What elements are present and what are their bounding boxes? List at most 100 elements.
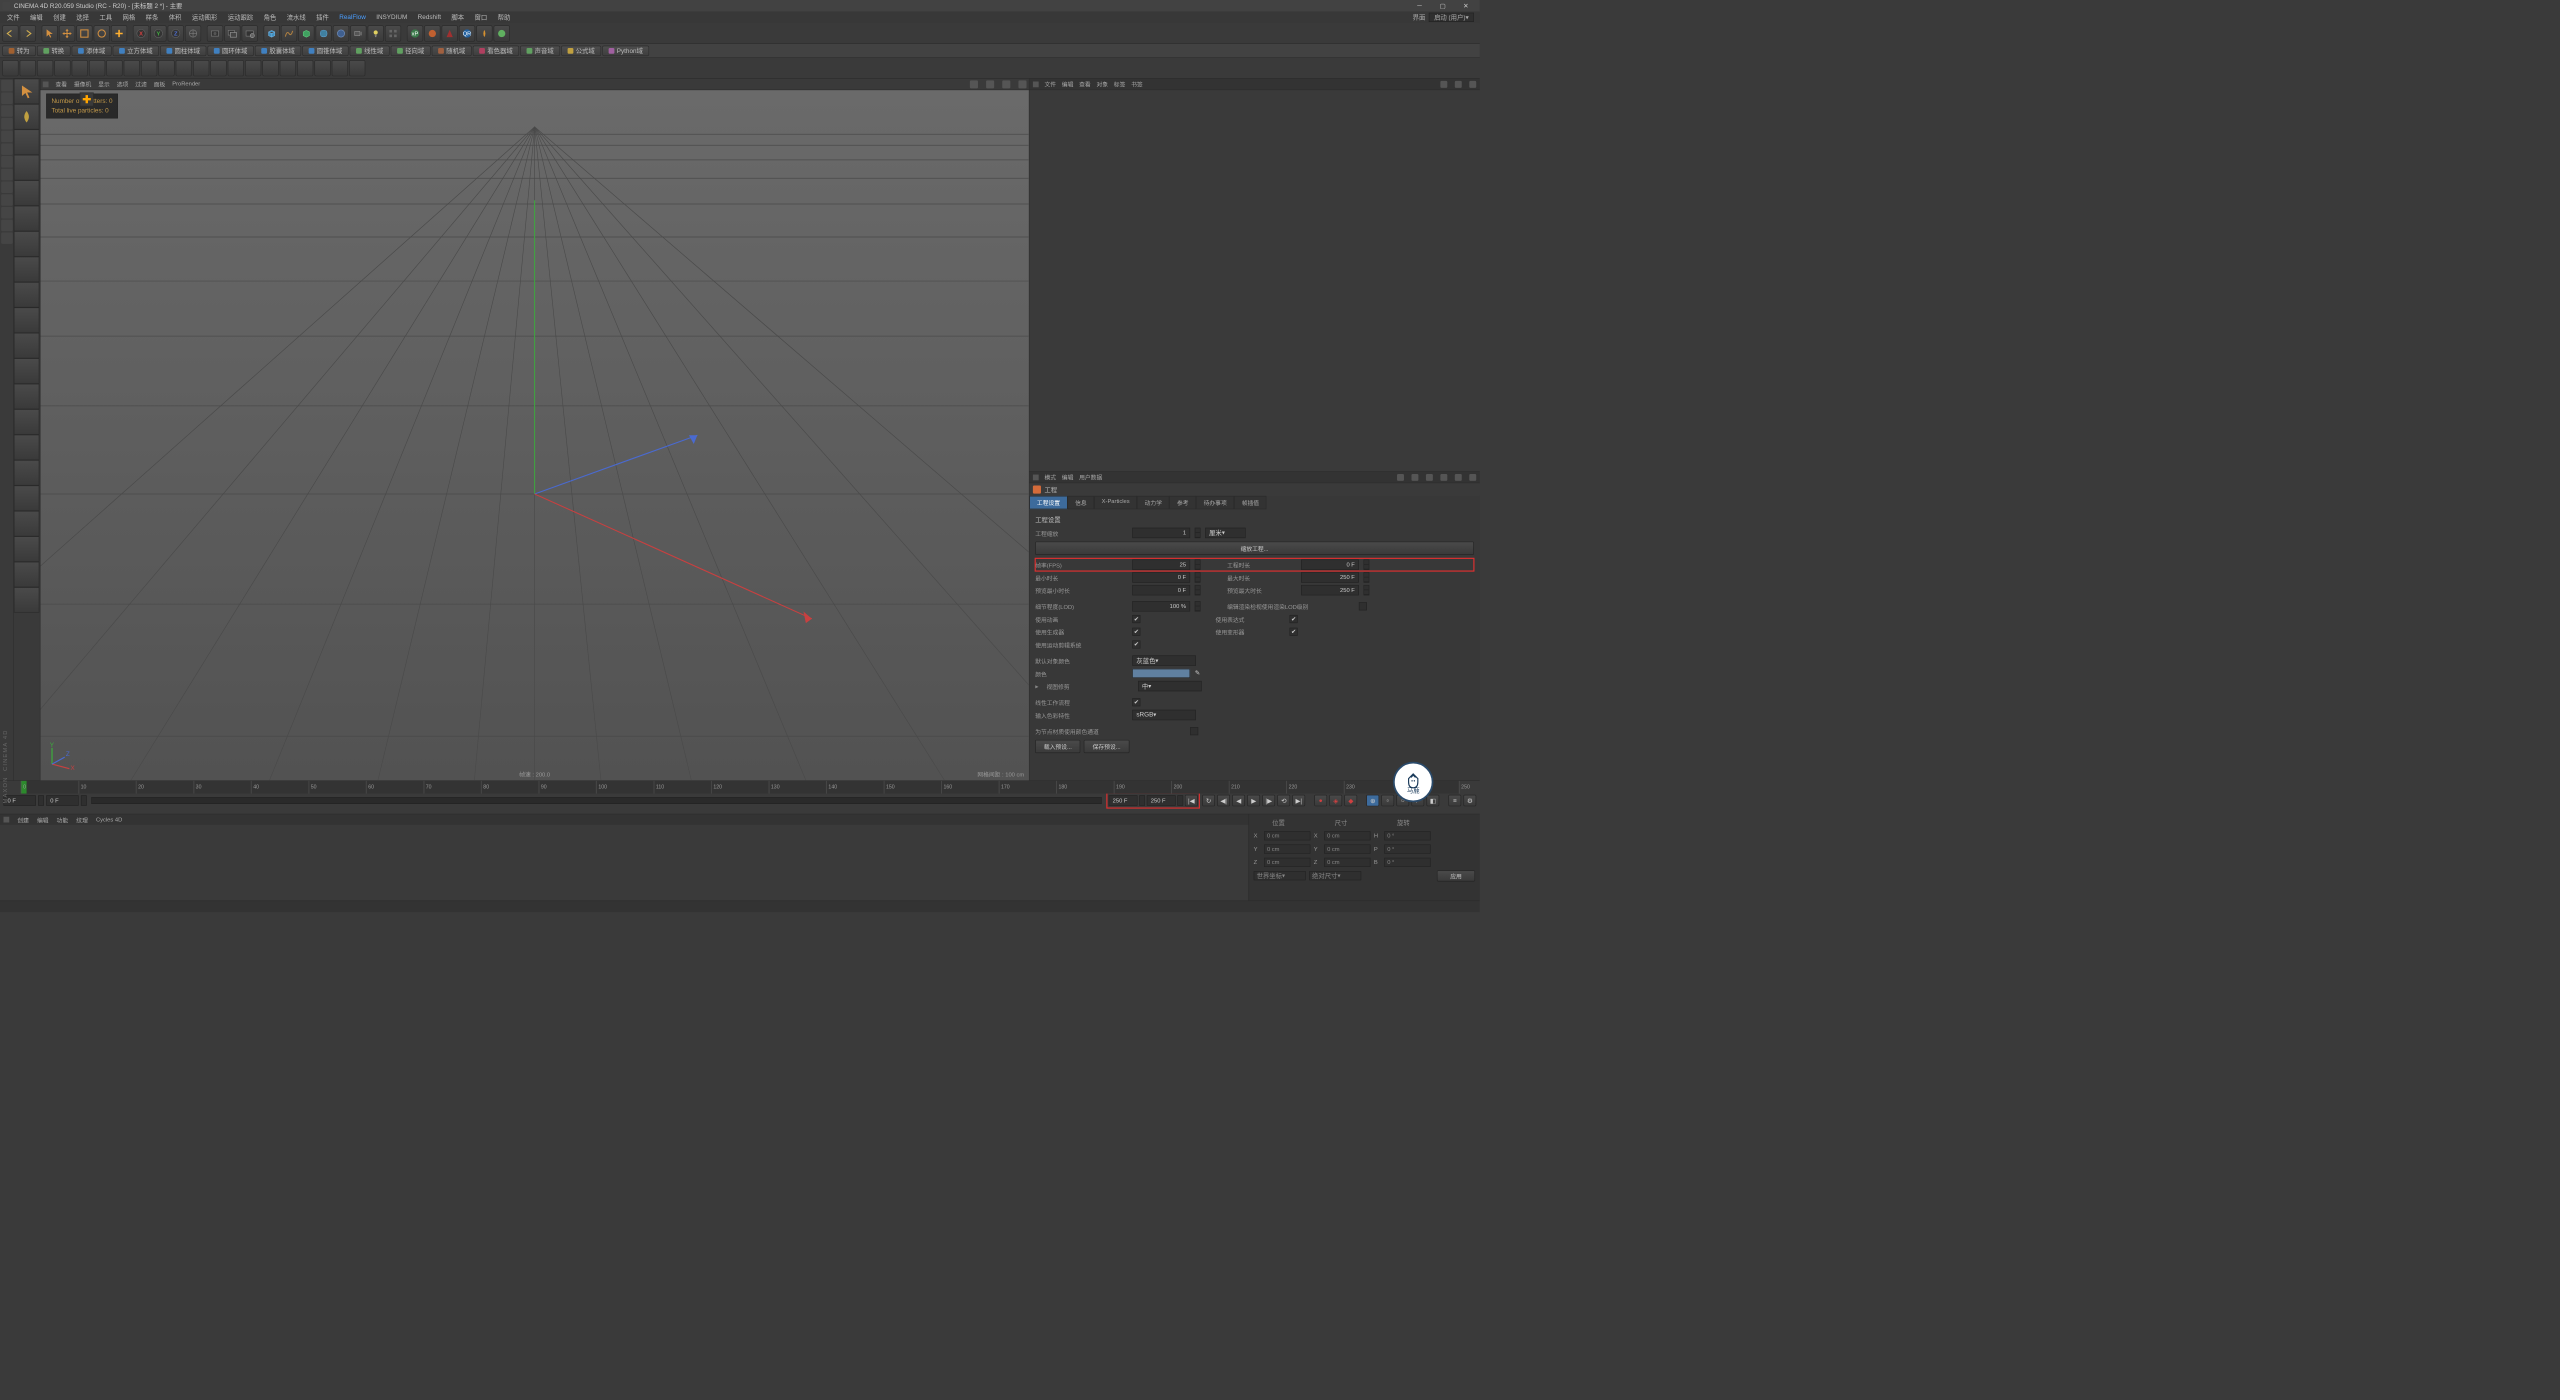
key-button[interactable]: ◆: [1344, 795, 1357, 807]
palette-cell[interactable]: [14, 486, 39, 511]
menu-select[interactable]: 选择: [72, 12, 94, 24]
om-menu[interactable]: 编辑: [1062, 80, 1074, 89]
panel-icon[interactable]: [1411, 474, 1418, 481]
prevmin-field[interactable]: 0 F: [1132, 585, 1190, 595]
panel-icon[interactable]: [1469, 474, 1476, 481]
xp-button[interactable]: xP: [407, 25, 423, 41]
search-icon[interactable]: [1440, 81, 1447, 88]
projlen-field[interactable]: 0 F: [1301, 560, 1359, 570]
vp-menu-item[interactable]: 显示: [98, 80, 110, 89]
menu-create[interactable]: 创建: [49, 12, 71, 24]
menu-spline[interactable]: 样条: [141, 12, 163, 24]
coord-space-dropdown[interactable]: 世界坐标 ▾: [1254, 871, 1306, 880]
rot-b[interactable]: 0 °: [1384, 858, 1430, 867]
sec-btn[interactable]: [54, 60, 70, 76]
sec-btn[interactable]: [2, 60, 18, 76]
material-manager-header[interactable]: 创建 编辑 功能 纹理 Cycles 4D: [0, 814, 1248, 824]
vp-axis-toggle[interactable]: ✚: [80, 92, 94, 106]
rot-p[interactable]: 0 °: [1384, 844, 1430, 853]
mode-btn[interactable]: [1, 156, 13, 168]
camera[interactable]: [350, 25, 366, 41]
menu-script[interactable]: 脚本: [447, 12, 469, 24]
options-button[interactable]: ≡: [1448, 795, 1461, 807]
om-menu[interactable]: 文件: [1044, 80, 1056, 89]
palette-cell[interactable]: [14, 129, 39, 154]
spinner[interactable]: [1364, 572, 1370, 582]
spinner[interactable]: [1195, 528, 1201, 538]
y-axis-lock[interactable]: Y: [150, 25, 166, 41]
shelf-chip[interactable]: 随机域: [432, 45, 472, 55]
om-menu[interactable]: 标签: [1114, 80, 1126, 89]
menu-window[interactable]: 窗口: [470, 12, 492, 24]
shelf-chip[interactable]: 径向域: [391, 45, 431, 55]
vp-nav-icon[interactable]: [970, 80, 978, 88]
sec-btn[interactable]: [106, 60, 122, 76]
key-pos-button[interactable]: ⊕: [1366, 795, 1379, 807]
sec-btn[interactable]: [297, 60, 313, 76]
palette-cell[interactable]: [14, 206, 39, 231]
panel-icon[interactable]: [1469, 81, 1476, 88]
mat-menu[interactable]: 编辑: [37, 815, 49, 824]
cycles-button[interactable]: [424, 25, 440, 41]
spinner[interactable]: [1177, 795, 1183, 805]
grip-icon[interactable]: [43, 81, 49, 87]
render-settings[interactable]: [242, 25, 258, 41]
key-pla-button[interactable]: ◧: [1427, 795, 1440, 807]
spinner[interactable]: [1364, 560, 1370, 570]
menu-plugins[interactable]: 插件: [312, 12, 334, 24]
menu-insydium[interactable]: INSYDIUM: [372, 13, 412, 22]
generator[interactable]: [298, 25, 314, 41]
object-manager-header[interactable]: 文件 编辑 查看 对象 标签 书签: [1029, 79, 1479, 91]
attribute-manager-header[interactable]: 模式 编辑 用户数据: [1029, 472, 1479, 484]
mat-menu[interactable]: 纹理: [76, 815, 88, 824]
am-menu[interactable]: 模式: [1044, 473, 1056, 482]
tab-project[interactable]: 工程设置: [1029, 496, 1067, 509]
maximize-button[interactable]: ▢: [1431, 0, 1454, 12]
mode-btn[interactable]: [1, 80, 13, 92]
am-menu[interactable]: 编辑: [1062, 473, 1074, 482]
apply-button[interactable]: 应用: [1437, 870, 1475, 881]
key-scale-button[interactable]: ▫: [1381, 795, 1394, 807]
shelf-chip[interactable]: 声音域: [520, 45, 560, 55]
redo-button[interactable]: [20, 25, 36, 41]
palette-cell[interactable]: [14, 435, 39, 460]
am-menu[interactable]: 用户数据: [1079, 473, 1102, 482]
pos-y[interactable]: 0 cm: [1264, 844, 1310, 853]
qr-button[interactable]: QR: [459, 25, 475, 41]
mode-btn[interactable]: [1, 220, 13, 232]
undo-button[interactable]: [2, 25, 18, 41]
deformer[interactable]: [316, 25, 332, 41]
move-tool[interactable]: [59, 25, 75, 41]
spinner[interactable]: [1364, 585, 1370, 595]
sec-btn[interactable]: [20, 60, 36, 76]
object-manager[interactable]: [1029, 90, 1479, 471]
sec-btn[interactable]: [124, 60, 140, 76]
autokey-button[interactable]: ◈: [1329, 795, 1342, 807]
minimize-button[interactable]: ─: [1408, 0, 1431, 12]
panel-icon[interactable]: [1440, 474, 1447, 481]
mode-btn[interactable]: [1, 143, 13, 155]
range-end-field[interactable]: 250 F: [1147, 795, 1176, 805]
om-menu[interactable]: 书签: [1131, 80, 1143, 89]
grip-icon[interactable]: [3, 817, 9, 823]
palette-cell[interactable]: [14, 358, 39, 383]
tab-info[interactable]: 信息: [1068, 496, 1095, 509]
clip-dropdown[interactable]: 中 ▾: [1138, 681, 1202, 691]
sec-btn[interactable]: [158, 60, 174, 76]
shelf-chip[interactable]: 圆环体域: [208, 45, 254, 55]
vp-menu-item[interactable]: 摄像机: [74, 80, 91, 89]
rotate-tool[interactable]: [94, 25, 110, 41]
timeline-ruler[interactable]: 0102030405060708090100110120130140150160…: [21, 781, 1459, 794]
grip-icon[interactable]: [1033, 474, 1039, 480]
range-end-b[interactable]: 250 F: [1109, 795, 1138, 805]
viewport-menu[interactable]: 查看 摄像机 显示 选项 过滤 面板 ProRender: [40, 79, 1028, 91]
mode-btn[interactable]: [1, 105, 13, 117]
spinner[interactable]: [1195, 572, 1201, 582]
load-preset-button[interactable]: 载入预设...: [1035, 740, 1080, 753]
menu-tracking[interactable]: 运动跟踪: [223, 12, 258, 24]
motion-checkbox[interactable]: ✔: [1132, 640, 1140, 648]
def-checkbox[interactable]: ✔: [1290, 628, 1298, 636]
vp-nav-icon[interactable]: [1018, 80, 1026, 88]
vp-menu-item[interactable]: ProRender: [172, 81, 200, 87]
lod-field[interactable]: 100 %: [1132, 601, 1190, 611]
